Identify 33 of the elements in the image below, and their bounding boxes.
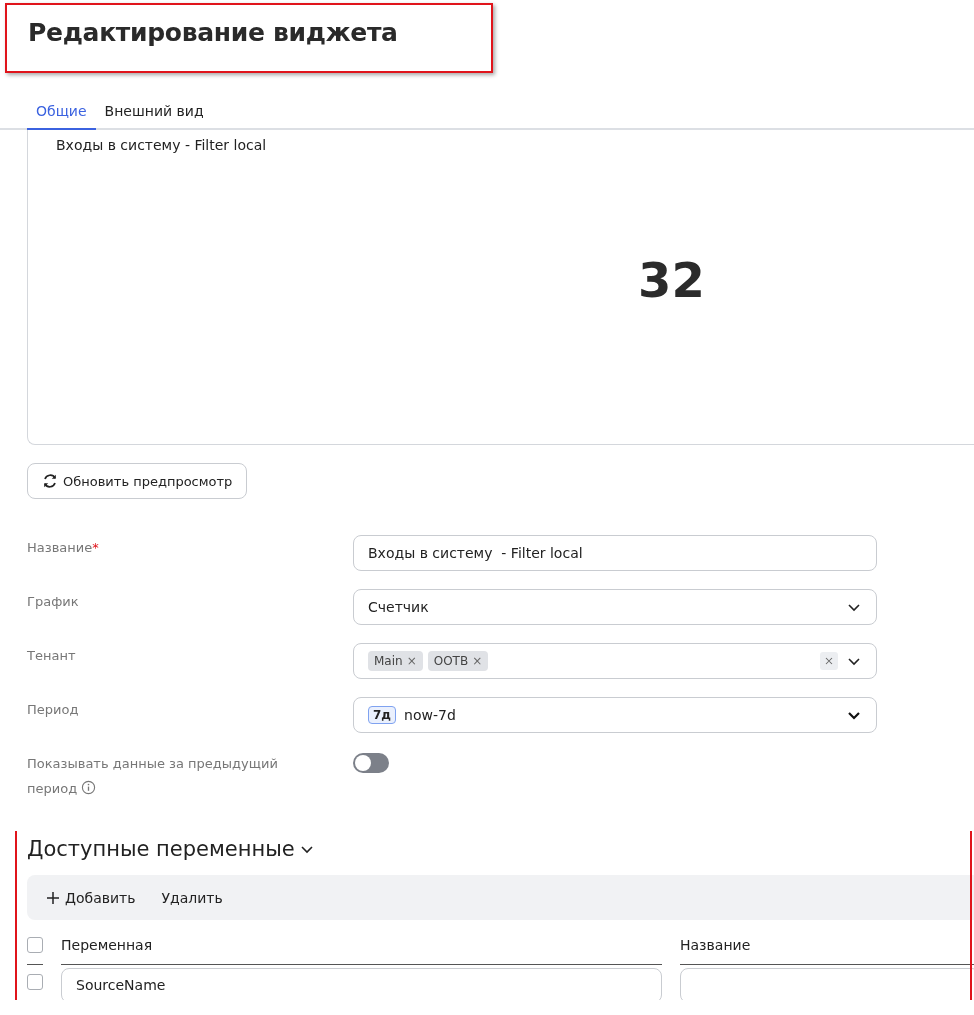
page-title: Редактирование виджета <box>28 18 399 47</box>
text-field[interactable] <box>680 967 974 1000</box>
text-field[interactable]: SourceName <box>61 967 662 1000</box>
field-label: График <box>27 593 80 611</box>
plus-icon <box>45 889 61 906</box>
multi-select[interactable]: Main × OOTB × <box>353 643 877 679</box>
widget-title: Входы в систему - Filter local <box>55 136 268 153</box>
toggle-switch[interactable] <box>353 753 389 773</box>
field-label: Название* <box>27 539 100 557</box>
clear-button[interactable] <box>820 652 838 670</box>
field-label: Показывать данные за предыдущий период <box>27 755 279 798</box>
add-button[interactable]: Добавить <box>39 885 142 910</box>
field-label: Период <box>27 701 80 719</box>
tab[interactable]: Общие <box>27 100 96 130</box>
close-icon <box>823 655 835 667</box>
checkbox[interactable] <box>27 936 43 953</box>
tag-chip[interactable]: OOTB × <box>427 651 489 671</box>
field-label: Тенант <box>27 647 77 665</box>
refresh-icon <box>42 473 58 489</box>
checkbox[interactable] <box>27 974 43 990</box>
info-icon <box>81 780 97 795</box>
counter-value: 32 <box>638 252 705 308</box>
dropdown[interactable]: Счетчик <box>353 589 877 625</box>
refresh-button[interactable]: Обновить предпросмотр <box>27 463 248 499</box>
column-header: Название <box>680 925 974 965</box>
tag-chip[interactable]: Main × <box>368 651 423 671</box>
period-badge: 7д <box>368 706 397 724</box>
delete-button[interactable]: Удалить <box>155 885 229 910</box>
period-dropdown[interactable]: 7д now-7d <box>353 697 877 733</box>
column-header: Переменная <box>61 925 662 965</box>
text-field[interactable]: Входы в систему - Filter local <box>353 535 877 571</box>
tab[interactable]: Внешний вид <box>95 100 213 130</box>
section-header[interactable]: Доступные переменные <box>27 831 974 867</box>
